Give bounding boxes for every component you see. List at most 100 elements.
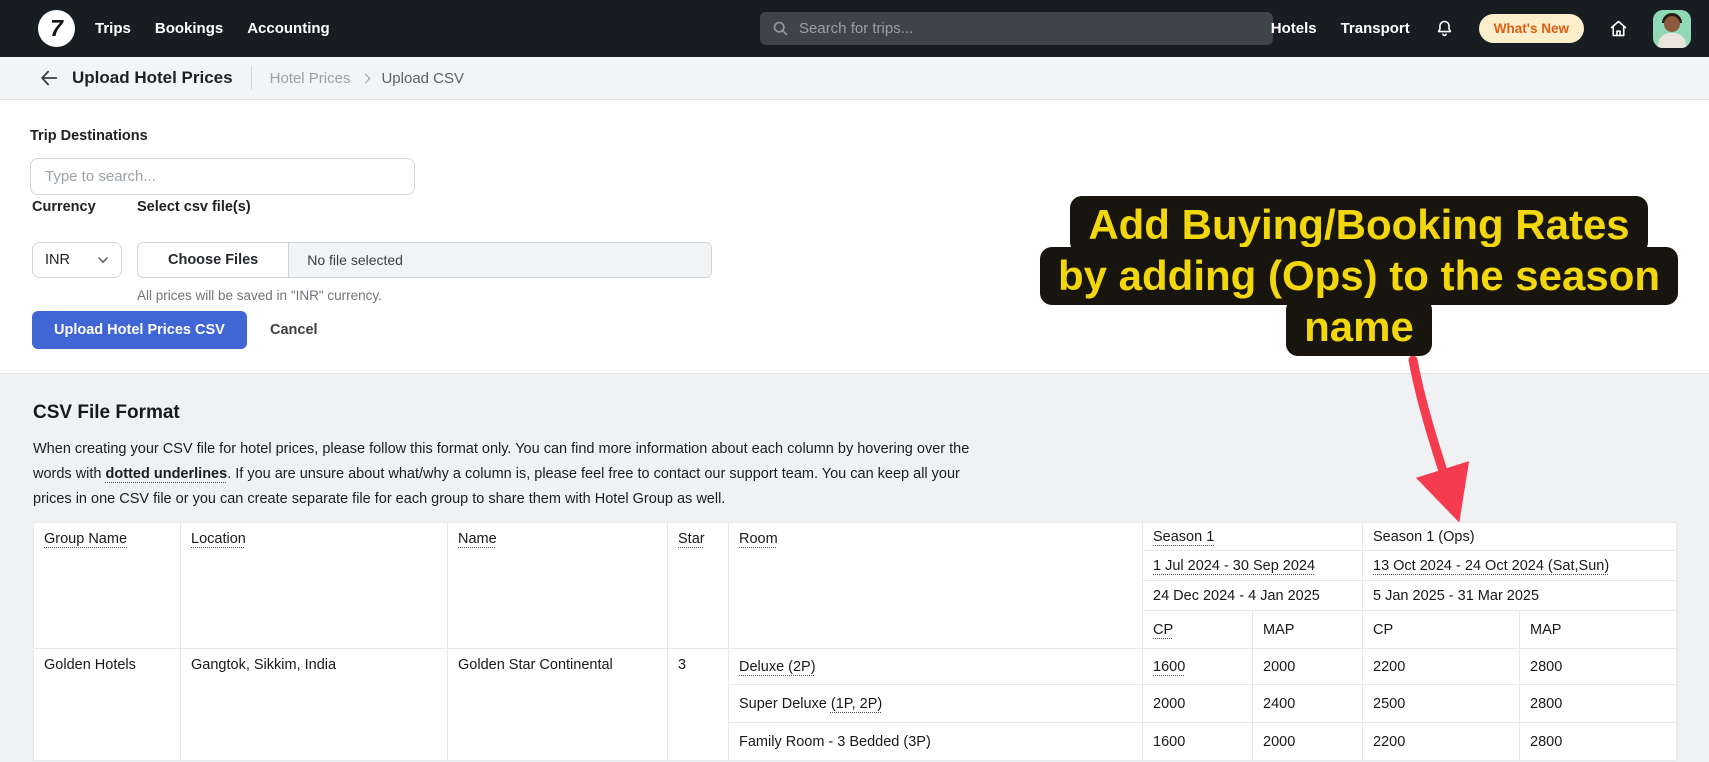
csv-format-description: When creating your CSV file for hotel pr… — [33, 437, 993, 512]
season1-ops-date1-term[interactable]: 13 Oct 2024 - 24 Oct 2024 (Sat,Sun) — [1373, 558, 1609, 574]
cell-price: 2000 — [1253, 649, 1363, 685]
col-header-location: Location — [181, 523, 448, 649]
cell-price: 2800 — [1520, 723, 1677, 761]
cell-price: 2000 — [1143, 685, 1253, 723]
season1-ops-date-range-2: 5 Jan 2025 - 31 Mar 2025 — [1363, 581, 1677, 611]
cell-group-name: Golden Hotels — [34, 649, 181, 761]
nav-item-hotels[interactable]: Hotels — [1271, 20, 1317, 37]
season1-date1-term[interactable]: 1 Jul 2024 - 30 Sep 2024 — [1153, 558, 1315, 574]
map-label: MAP — [1263, 622, 1294, 638]
cell-price: 2800 — [1520, 685, 1677, 723]
season1-ops-date2: 5 Jan 2025 - 31 Mar 2025 — [1373, 588, 1539, 604]
avatar-shirt — [1658, 33, 1686, 48]
cell-price: 2200 — [1363, 723, 1520, 761]
name-tooltip-term[interactable]: Name — [458, 531, 497, 547]
room-tooltip-term[interactable]: Room — [739, 531, 778, 547]
whats-new-button[interactable]: What's New — [1479, 14, 1584, 43]
page-header: Upload Hotel Prices Hotel Prices Upload … — [0, 57, 1709, 100]
subheader-cp-ops: CP — [1363, 611, 1520, 649]
map-ops-label: MAP — [1530, 622, 1561, 638]
cell-price: 1600 — [1143, 649, 1253, 685]
col-header-group-name: Group Name — [34, 523, 181, 649]
bell-icon[interactable] — [1434, 18, 1455, 39]
cell-price: 1600 — [1143, 723, 1253, 761]
csv-format-table: Group Name Location Name Star Room Seaso… — [33, 522, 1677, 761]
season1-date-range-1: 1 Jul 2024 - 30 Sep 2024 — [1143, 551, 1363, 581]
currency-label: Currency — [32, 199, 96, 215]
navbar-right: Hotels Transport What's New — [1271, 0, 1691, 57]
breadcrumb-hotel-prices[interactable]: Hotel Prices — [270, 70, 351, 87]
callout-line-2: by adding (Ops) to the season — [1040, 247, 1678, 305]
primary-nav: Trips Bookings Accounting — [95, 0, 330, 57]
currency-helper-text: All prices will be saved in "INR" curren… — [137, 288, 382, 303]
col-header-season1-ops: Season 1 (Ops) — [1363, 523, 1677, 551]
cell-location: Gangtok, Sikkim, India — [181, 649, 448, 761]
table-header-row: Group Name Location Name Star Room Seaso… — [34, 523, 1677, 551]
season1-date-range-2: 24 Dec 2024 - 4 Jan 2025 — [1143, 581, 1363, 611]
home-icon[interactable] — [1608, 18, 1629, 39]
choose-files-button[interactable]: Choose Files — [138, 243, 289, 277]
table-row: Golden Hotels Gangtok, Sikkim, India Gol… — [34, 649, 1677, 685]
breadcrumb-upload-csv: Upload CSV — [381, 70, 464, 87]
instruction-callout: Add Buying/Booking Rates by adding (Ops)… — [1019, 196, 1699, 356]
user-avatar[interactable] — [1653, 10, 1691, 48]
location-tooltip-term[interactable]: Location — [191, 531, 246, 547]
trip-destinations-input[interactable]: Type to search... — [30, 158, 415, 195]
csv-files-label: Select csv file(s) — [137, 199, 251, 215]
season1-ops-date-range-1: 13 Oct 2024 - 24 Oct 2024 (Sat,Sun) — [1363, 551, 1677, 581]
cp-tooltip-term[interactable]: CP — [1153, 622, 1173, 638]
trip-search-input[interactable]: Search for trips... — [760, 12, 1273, 45]
season1-date2: 24 Dec 2024 - 4 Jan 2025 — [1153, 588, 1320, 604]
avatar-face — [1664, 16, 1680, 32]
currency-select[interactable]: INR — [32, 242, 122, 278]
cell-price: 2200 — [1363, 649, 1520, 685]
currency-value: INR — [45, 252, 70, 268]
group-name-tooltip-term[interactable]: Group Name — [44, 531, 127, 547]
season1-tooltip-term[interactable]: Season 1 — [1153, 529, 1214, 545]
cp-ops-label: CP — [1373, 622, 1393, 638]
cancel-button[interactable]: Cancel — [270, 311, 318, 349]
cell-star: 3 — [668, 649, 729, 761]
cell-room: Super Deluxe (1P, 2P) — [729, 685, 1143, 723]
col-header-name: Name — [448, 523, 668, 649]
room-tooltip-term[interactable]: Deluxe (2P) — [739, 659, 816, 675]
cell-hotel-name: Golden Star Continental — [448, 649, 668, 761]
callout-line-1: Add Buying/Booking Rates — [1070, 196, 1647, 254]
star-tooltip-term[interactable]: Star — [678, 531, 705, 547]
price-tooltip-term[interactable]: 1600 — [1153, 659, 1185, 675]
cell-price: 2800 — [1520, 649, 1677, 685]
top-navbar: 7 Trips Bookings Accounting Search for t… — [0, 0, 1709, 57]
subheader-map: MAP — [1253, 611, 1363, 649]
nav-item-accounting[interactable]: Accounting — [247, 20, 330, 37]
file-status-text: No file selected — [289, 243, 711, 277]
callout-line-3: name — [1286, 298, 1432, 356]
upload-csv-button[interactable]: Upload Hotel Prices CSV — [32, 311, 247, 349]
nav-item-trips[interactable]: Trips — [95, 20, 131, 37]
room-text: Super Deluxe — [739, 696, 831, 712]
subheader-map-ops: MAP — [1520, 611, 1677, 649]
cell-price: 2400 — [1253, 685, 1363, 723]
dotted-underlines-term[interactable]: dotted underlines — [106, 466, 228, 482]
cell-room: Family Room - 3 Bedded (3P) — [729, 723, 1143, 761]
search-placeholder: Search for trips... — [799, 20, 913, 37]
season1-ops-label: Season 1 (Ops) — [1373, 529, 1475, 545]
room-tooltip-term[interactable]: (1P, 2P) — [831, 696, 882, 712]
page-title: Upload Hotel Prices — [72, 68, 233, 88]
cell-price: 2000 — [1253, 723, 1363, 761]
col-header-star: Star — [668, 523, 729, 649]
trip-destinations-placeholder: Type to search... — [45, 168, 156, 185]
csv-file-input[interactable]: Choose Files No file selected — [137, 242, 712, 278]
cell-price: 2500 — [1363, 685, 1520, 723]
room-text: Family Room - 3 Bedded (3P) — [739, 734, 931, 750]
back-arrow-icon[interactable] — [36, 65, 62, 91]
search-icon — [772, 20, 789, 37]
brand-logo-icon[interactable]: 7 — [38, 10, 75, 47]
csv-format-title: CSV File Format — [33, 402, 180, 424]
subheader-cp: CP — [1143, 611, 1253, 649]
chevron-right-icon — [361, 73, 371, 83]
nav-item-transport[interactable]: Transport — [1341, 20, 1410, 37]
nav-item-bookings[interactable]: Bookings — [155, 20, 223, 37]
col-header-room: Room — [729, 523, 1143, 649]
cell-room: Deluxe (2P) — [729, 649, 1143, 685]
chevron-down-icon — [97, 254, 109, 266]
